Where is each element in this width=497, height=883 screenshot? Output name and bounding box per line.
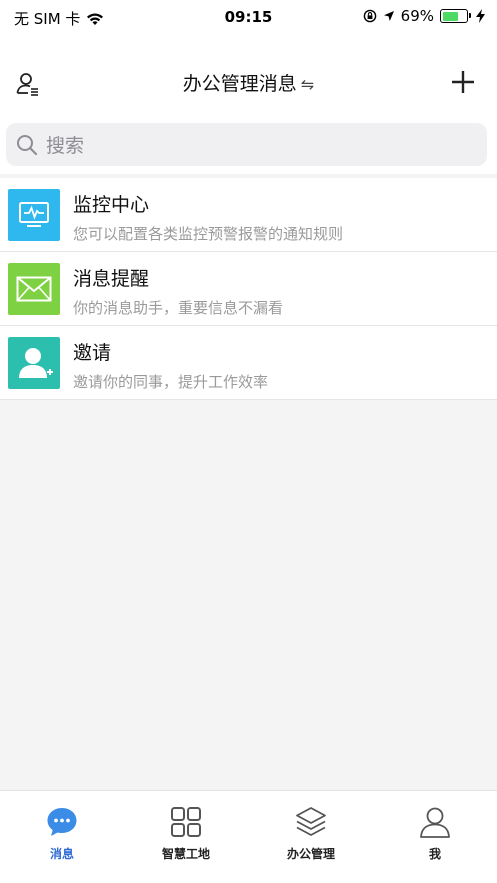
status-bar: 无 SIM 卡 09:15 69% [0, 0, 497, 36]
charging-bolt-icon [476, 9, 485, 23]
list-item-subtitle: 你的消息助手，重要信息不漏看 [73, 299, 284, 317]
search-input[interactable]: 搜索 [6, 123, 487, 166]
message-list: 监控中心 您可以配置各类监控预警报警的通知规则 消息提醒 你的消息助手，重要信息… [0, 178, 497, 400]
page-title-text: 办公管理消息 [182, 73, 297, 95]
tab-bar: 消息 智慧工地 办公管理 我 [0, 790, 497, 883]
list-item-subtitle: 您可以配置各类监控预警报警的通知规则 [73, 225, 344, 243]
tab-label: 办公管理 [286, 847, 335, 861]
layers-icon [296, 807, 326, 836]
list-item-subtitle: 邀请你的同事，提升工作效率 [73, 373, 269, 391]
list-item-title: 监控中心 [73, 194, 150, 216]
add-user-icon [8, 337, 60, 389]
tab-me[interactable]: 我 [373, 805, 497, 862]
add-icon[interactable] [449, 68, 477, 96]
header: 办公管理消息 ⇋ [0, 36, 497, 118]
location-arrow-icon [383, 11, 394, 21]
list-item-title: 消息提醒 [73, 268, 150, 290]
battery-percent: 69% [400, 7, 434, 25]
monitor-icon [8, 189, 60, 241]
search-area: 搜索 [0, 118, 497, 174]
search-placeholder: 搜索 [46, 135, 85, 157]
status-icons: 69% [363, 7, 485, 25]
orientation-lock-icon [363, 9, 376, 23]
battery-level [442, 11, 459, 21]
tab-label: 消息 [49, 847, 74, 861]
grid-icon [171, 807, 201, 837]
page-title[interactable]: 办公管理消息 ⇋ [0, 69, 497, 96]
list-item-message-reminder[interactable]: 消息提醒 你的消息助手，重要信息不漏看 [0, 252, 497, 326]
swap-icon: ⇋ [300, 75, 315, 94]
battery-icon [440, 9, 471, 23]
tab-smart-site[interactable]: 智慧工地 [124, 805, 248, 862]
list-item-monitor-center[interactable]: 监控中心 您可以配置各类监控预警报警的通知规则 [0, 178, 497, 252]
tab-office-management[interactable]: 办公管理 [249, 805, 373, 862]
list-item-title: 邀请 [73, 342, 112, 364]
tab-label: 智慧工地 [161, 847, 210, 861]
chat-bubble-icon [47, 808, 77, 836]
list-item-invite[interactable]: 邀请 邀请你的同事，提升工作效率 [0, 326, 497, 400]
tab-label: 我 [428, 847, 441, 861]
user-icon [420, 807, 450, 838]
mail-icon [8, 263, 60, 315]
search-icon [17, 134, 38, 155]
tab-messages[interactable]: 消息 [0, 805, 124, 862]
